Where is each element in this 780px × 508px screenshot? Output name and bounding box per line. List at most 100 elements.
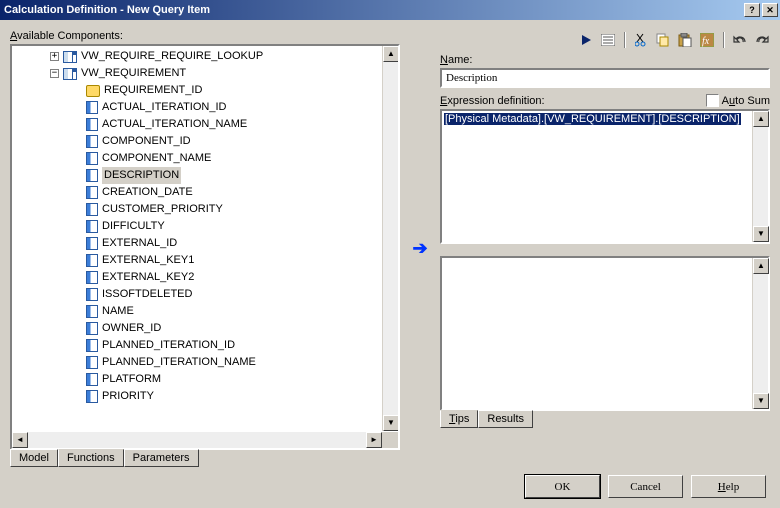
tree-column-item[interactable]: NAME (14, 303, 398, 320)
scroll-up-button[interactable]: ▲ (753, 258, 769, 274)
expression-label: Expression definition: (440, 95, 545, 107)
expand-icon[interactable]: + (50, 52, 59, 61)
scroll-down-button[interactable]: ▼ (753, 226, 769, 242)
list-icon[interactable] (600, 32, 616, 48)
autosum-checkbox[interactable]: Auto Sum (706, 94, 770, 107)
help-button[interactable]: Help (691, 475, 766, 498)
scroll-down-button[interactable]: ▼ (753, 393, 769, 409)
play-icon[interactable] (578, 32, 594, 48)
tree-column-item[interactable]: PLATFORM (14, 371, 398, 388)
column-label: CREATION_DATE (102, 184, 193, 201)
scroll-right-button[interactable]: ► (366, 432, 382, 448)
column-icon (86, 118, 98, 131)
expression-editor[interactable]: [Physical Metadata].[VW_REQUIREMENT].[DE… (440, 109, 770, 244)
name-label: Name: (440, 54, 770, 66)
tree-column-item[interactable]: COMPONENT_NAME (14, 150, 398, 167)
column-label: DESCRIPTION (102, 167, 181, 184)
redo-icon[interactable] (754, 32, 770, 48)
column-icon (86, 390, 98, 403)
tree-column-item[interactable]: ACTUAL_ITERATION_ID (14, 99, 398, 116)
column-label: CUSTOMER_PRIORITY (102, 201, 223, 218)
column-icon (86, 101, 98, 114)
tree-node-requirement[interactable]: − VW_REQUIREMENT (14, 65, 398, 82)
column-label: ACTUAL_ITERATION_NAME (102, 116, 247, 133)
column-icon (86, 203, 98, 216)
collapse-icon[interactable]: − (50, 69, 59, 78)
table-icon (63, 51, 77, 63)
column-icon (86, 135, 98, 148)
titlebar: Calculation Definition - New Query Item … (0, 0, 780, 20)
tree-column-item[interactable]: DESCRIPTION (14, 167, 398, 184)
scroll-down-button[interactable]: ▼ (383, 415, 399, 431)
column-label: REQUIREMENT_ID (104, 82, 202, 99)
tree-column-item[interactable]: PLANNED_ITERATION_ID (14, 337, 398, 354)
close-button[interactable]: ✕ (762, 3, 778, 17)
tree-node-lookup[interactable]: + VW_REQUIRE_REQUIRE_LOOKUP (14, 48, 398, 65)
copy-icon[interactable] (655, 32, 671, 48)
vertical-scrollbar[interactable]: ▲ ▼ (382, 46, 398, 431)
tree-column-item[interactable]: OWNER_ID (14, 320, 398, 337)
expression-text: [Physical Metadata].[VW_REQUIREMENT].[DE… (444, 113, 741, 125)
column-icon (86, 85, 100, 97)
tab-parameters[interactable]: Parameters (124, 449, 199, 467)
tree-column-item[interactable]: CUSTOMER_PRIORITY (14, 201, 398, 218)
tab-functions[interactable]: Functions (58, 449, 124, 467)
tree-column-item[interactable]: ISSOFTDELETED (14, 286, 398, 303)
scroll-up-button[interactable]: ▲ (753, 111, 769, 127)
tree-column-item[interactable]: COMPONENT_ID (14, 133, 398, 150)
column-label: COMPONENT_NAME (102, 150, 211, 167)
tab-model[interactable]: Model (10, 449, 58, 467)
column-icon (86, 254, 98, 267)
tree-column-item[interactable]: EXTERNAL_KEY1 (14, 252, 398, 269)
help-button[interactable]: ? (744, 3, 760, 17)
name-field[interactable] (440, 68, 770, 88)
window-title: Calculation Definition - New Query Item (4, 4, 742, 16)
column-icon (86, 220, 98, 233)
tree-view[interactable]: + VW_REQUIRE_REQUIRE_LOOKUP − VW_REQUIRE… (10, 44, 400, 450)
column-label: PRIORITY (102, 388, 154, 405)
column-icon (86, 339, 98, 352)
cut-icon[interactable] (633, 32, 649, 48)
scroll-left-button[interactable]: ◄ (12, 432, 28, 448)
column-label: OWNER_ID (102, 320, 161, 337)
tree-column-item[interactable]: EXTERNAL_KEY2 (14, 269, 398, 286)
scroll-up-button[interactable]: ▲ (383, 46, 399, 62)
column-icon (86, 152, 98, 165)
ok-button[interactable]: OK (525, 475, 600, 498)
preview-panel: ▲ ▼ (440, 256, 770, 411)
column-icon (86, 186, 98, 199)
column-icon (86, 356, 98, 369)
preview-scrollbar[interactable]: ▲ ▼ (752, 258, 768, 409)
column-label: EXTERNAL_ID (102, 235, 177, 252)
svg-text:fx: fx (702, 36, 710, 47)
column-label: ACTUAL_ITERATION_ID (102, 99, 227, 116)
insert-arrow-icon[interactable]: ➔ (412, 238, 427, 259)
column-icon (86, 169, 98, 182)
column-label: ISSOFTDELETED (102, 286, 192, 303)
expr-scrollbar[interactable]: ▲ ▼ (752, 111, 768, 242)
tree-column-item[interactable]: REQUIREMENT_ID (14, 82, 398, 99)
tree-column-item[interactable]: PLANNED_ITERATION_NAME (14, 354, 398, 371)
column-label: PLANNED_ITERATION_NAME (102, 354, 256, 371)
tree-column-item[interactable]: CREATION_DATE (14, 184, 398, 201)
paste-icon[interactable] (677, 32, 693, 48)
tree-column-item[interactable]: ACTUAL_ITERATION_NAME (14, 116, 398, 133)
column-icon (86, 373, 98, 386)
column-icon (86, 322, 98, 335)
tree-column-item[interactable]: EXTERNAL_ID (14, 235, 398, 252)
column-label: PLANNED_ITERATION_ID (102, 337, 235, 354)
column-label: COMPONENT_ID (102, 133, 191, 150)
tree-column-item[interactable]: PRIORITY (14, 388, 398, 405)
tab-tips[interactable]: Tips (440, 410, 478, 428)
fx-icon[interactable]: fx (699, 32, 715, 48)
undo-icon[interactable] (732, 32, 748, 48)
tree-column-item[interactable]: DIFFICULTY (14, 218, 398, 235)
column-icon (86, 271, 98, 284)
tab-results[interactable]: Results (478, 410, 533, 428)
cancel-button[interactable]: Cancel (608, 475, 683, 498)
horizontal-scrollbar[interactable]: ◄ ► (12, 432, 382, 448)
right-tabs: Tips Results (440, 410, 770, 428)
table-icon (63, 68, 77, 80)
column-icon (86, 305, 98, 318)
available-components-label: Available Components: (10, 30, 400, 42)
